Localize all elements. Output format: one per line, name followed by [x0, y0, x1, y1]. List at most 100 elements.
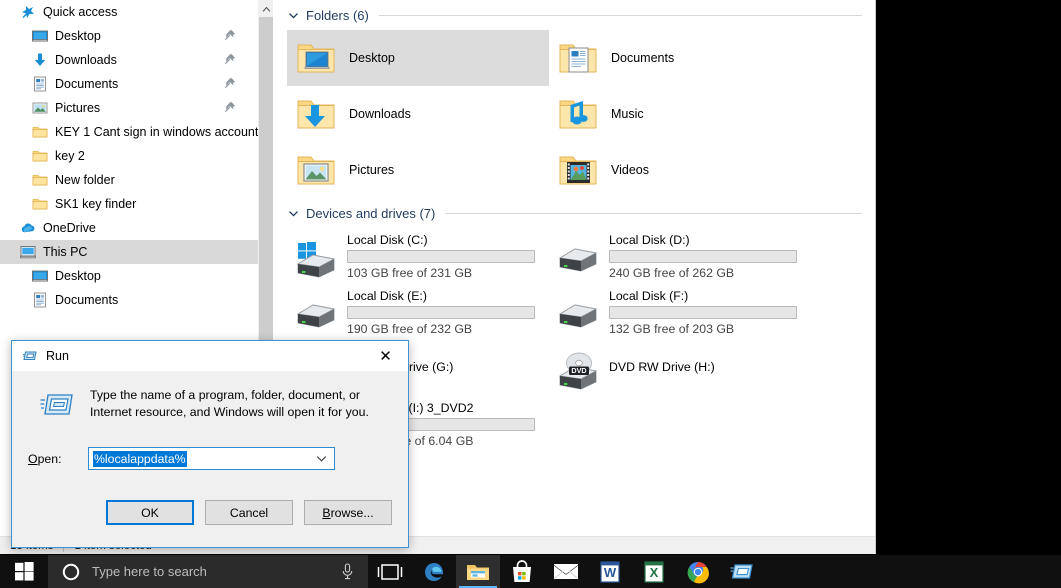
group-title: Devices and drives (7) [306, 206, 435, 221]
button-label: Browse... [322, 506, 373, 520]
run-dialog-title: Run [46, 349, 363, 363]
store-icon[interactable] [500, 555, 544, 588]
chevron-down-icon[interactable] [315, 452, 328, 465]
sidebar-item-label: New folder [55, 168, 115, 192]
drive-free-space: 190 GB free of 232 GB [347, 322, 535, 336]
disk-icon [293, 296, 339, 336]
sidebar-item-this-pc[interactable]: This PC [0, 240, 258, 264]
sidebar-item-label: Desktop [55, 264, 101, 288]
sidebar-item-label: Downloads [55, 48, 117, 72]
folder-icon [32, 124, 48, 140]
group-divider [445, 213, 868, 214]
folder-tile[interactable]: Pictures [287, 142, 549, 198]
ok-button[interactable]: OK [106, 500, 194, 525]
content-pane-scrollbar[interactable] [862, 0, 876, 536]
start-button[interactable] [0, 555, 48, 588]
folder-documents-icon [555, 35, 601, 81]
drive-name: Local Disk (C:) [347, 233, 535, 247]
folders-grid: DesktopDocuments Downloads Music Pictures Vi… [273, 30, 876, 198]
drive-tile[interactable]: DVDDVD RW Drive (H:) [549, 340, 811, 396]
sidebar-item-label: Pictures [55, 96, 100, 120]
drive-tile[interactable]: Local Disk (D:)240 GB free of 262 GB [549, 228, 811, 284]
folder-name: Music [611, 107, 644, 121]
pin-icon[interactable] [223, 53, 236, 66]
sidebar-item-downloads[interactable]: Downloads [0, 48, 258, 72]
task-view-icon[interactable] [368, 555, 412, 588]
folder-name: Downloads [349, 107, 411, 121]
word-icon[interactable]: W [588, 555, 632, 588]
run-large-icon [40, 389, 74, 421]
folder-pictures-icon [293, 147, 339, 193]
sidebar-item-documents[interactable]: Documents [0, 288, 258, 312]
sidebar-item-label: This PC [43, 240, 87, 264]
sidebar-item-label: OneDrive [43, 216, 96, 240]
run-taskbar-icon[interactable] [720, 555, 764, 588]
folder-tile[interactable]: Music [549, 86, 811, 142]
folder-name: Pictures [349, 163, 394, 177]
folder-tile[interactable]: Videos [549, 142, 811, 198]
sidebar-item-label: SK1 key finder [55, 192, 136, 216]
folder-tile[interactable]: Documents [549, 30, 811, 86]
run-open-combobox[interactable]: %localappdata% [88, 447, 335, 470]
chevron-down-icon[interactable] [287, 9, 300, 22]
search-input[interactable]: Type here to search [48, 555, 368, 588]
pin-icon[interactable] [223, 101, 236, 114]
sidebar-item-sk1-key-finder[interactable]: SK1 key finder [0, 192, 258, 216]
group-title: Folders (6) [306, 8, 369, 23]
folder-tile[interactable]: Downloads [287, 86, 549, 142]
drive-tile[interactable]: Local Disk (E:) 190 GB free of 232 GB [287, 284, 549, 340]
run-open-input[interactable]: %localappdata% [93, 451, 187, 467]
search-placeholder: Type here to search [92, 564, 207, 579]
sidebar-item-desktop[interactable]: Desktop [0, 264, 258, 288]
group-divider [379, 15, 868, 16]
documents-icon [32, 76, 48, 92]
chrome-icon[interactable] [676, 555, 720, 588]
sidebar-item-key-1-cant-sign-in-windows-account[interactable]: KEY 1 Cant sign in windows account [0, 120, 258, 144]
drive-tile[interactable]: Local Disk (C:)103 GB free of 231 GB [287, 228, 549, 284]
drive-tile[interactable]: Local Disk (F:)132 GB free of 203 GB [549, 284, 811, 340]
file-explorer-icon[interactable] [456, 555, 500, 588]
cancel-button[interactable]: Cancel [205, 500, 293, 525]
sidebar-item-label: Documents [55, 72, 118, 96]
chevron-down-icon[interactable] [287, 207, 300, 220]
sidebar-item-new-folder[interactable]: New folder [0, 168, 258, 192]
edge-icon[interactable] [412, 555, 456, 588]
group-header-folders[interactable]: Folders (6) [273, 0, 876, 30]
pictures-icon [32, 100, 48, 116]
run-dialog-body: Type the name of a program, folder, docu… [12, 371, 408, 470]
pin-icon[interactable] [223, 29, 236, 42]
pin-icon[interactable] [223, 77, 236, 90]
drive-capacity-bar [609, 250, 797, 263]
downloads-arrow-icon [32, 52, 48, 68]
sidebar-item-label: Desktop [55, 24, 101, 48]
sidebar-item-pictures[interactable]: Pictures [0, 96, 258, 120]
onedrive-cloud-icon [20, 220, 36, 236]
this-pc-icon [20, 244, 36, 260]
star-pin-icon [20, 4, 36, 20]
excel-icon[interactable]: X [632, 555, 676, 588]
folder-tile[interactable]: Desktop [287, 30, 549, 86]
scroll-up-arrow-icon[interactable] [259, 0, 273, 17]
sidebar-item-key-2[interactable]: key 2 [0, 144, 258, 168]
dvd-icon: DVD [555, 352, 601, 392]
folder-desktop-icon [293, 35, 339, 81]
mail-icon[interactable] [544, 555, 588, 588]
browse-button[interactable]: Browse... [304, 500, 392, 525]
drive-free-space: 132 GB free of 203 GB [609, 322, 797, 336]
run-dialog: Run ✕ Type the name of a program, folder… [11, 340, 409, 548]
run-dialog-titlebar[interactable]: Run ✕ [12, 341, 408, 371]
sidebar-item-desktop[interactable]: Desktop [0, 24, 258, 48]
sidebar-item-onedrive[interactable]: OneDrive [0, 216, 258, 240]
sidebar-item-documents[interactable]: Documents [0, 72, 258, 96]
taskbar-empty-area [764, 555, 1061, 588]
run-description: Type the name of a program, folder, docu… [90, 385, 392, 421]
drive-name: Local Disk (E:) [347, 289, 535, 303]
group-header-drives[interactable]: Devices and drives (7) [273, 198, 876, 228]
run-window-icon [22, 348, 38, 364]
close-icon[interactable]: ✕ [363, 342, 408, 371]
microphone-icon[interactable] [341, 563, 354, 580]
folder-name: Videos [611, 163, 649, 177]
folder-downloads-icon [293, 91, 339, 137]
sidebar-item-quick-access[interactable]: Quick access [0, 0, 258, 24]
drive-free-space: 240 GB free of 262 GB [609, 266, 797, 280]
